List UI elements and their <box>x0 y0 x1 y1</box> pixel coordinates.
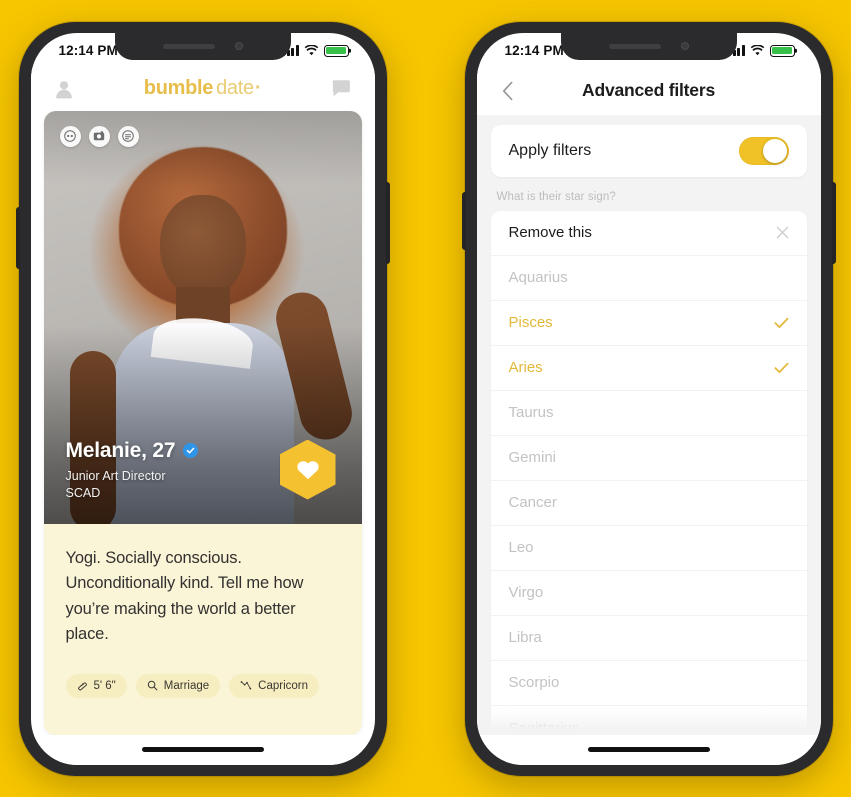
star-sign-row-label: Scorpio <box>508 674 560 691</box>
profile-card-wrapper: Melanie, 27 Junior Art Director SCAD Yog… <box>31 110 375 735</box>
profile-info: Melanie, 27 Junior Art Director SCAD <box>66 439 199 500</box>
front-camera-icon <box>234 42 243 50</box>
star-sign-row[interactable]: Aquarius <box>490 255 807 301</box>
phone-left-discover: 12:14 PM bumble date· Melanie, 27 Junior… <box>15 21 390 776</box>
star-sign-row[interactable]: Scorpio <box>490 660 807 706</box>
tag-star-sign[interactable]: Capricorn <box>229 673 320 698</box>
star-sign-row-label: Virgo <box>508 584 544 601</box>
tag-height[interactable]: 5' 6" <box>65 673 127 698</box>
screen-discover: 12:14 PM bumble date· Melanie, 27 Junior… <box>30 32 375 765</box>
status-time: 12:14 PM <box>58 43 118 58</box>
tag-star-sign-label: Capricorn <box>258 679 309 692</box>
camera-icon[interactable] <box>88 125 110 147</box>
star-sign-row-label: Libra <box>508 629 542 646</box>
tag-height-label: 5' 6" <box>93 679 116 692</box>
star-sign-row[interactable]: Leo <box>490 525 807 571</box>
tag-looking-for[interactable]: Marriage <box>135 673 221 698</box>
star-sign-row[interactable]: Taurus <box>490 390 807 436</box>
search-icon <box>147 680 158 691</box>
brand-date: date <box>216 77 254 99</box>
profile-name-age: Melanie, 27 <box>65 438 176 462</box>
star-sign-row-label: Taurus <box>508 404 554 421</box>
notch <box>114 32 291 60</box>
profile-photo[interactable]: Melanie, 27 Junior Art Director SCAD <box>43 110 362 524</box>
star-sign-row[interactable]: Aries <box>490 345 807 391</box>
wifi-icon <box>304 45 319 56</box>
star-sign-row-label: Remove this <box>508 224 592 241</box>
apply-filters-row[interactable]: Apply filters <box>490 124 807 177</box>
profile-bio-text: Yogi. Socially conscious. Unconditionall… <box>65 548 304 644</box>
star-sign-row[interactable]: Gemini <box>490 435 807 481</box>
checkmark-icon <box>774 362 789 374</box>
screenshot-stage: 12:14 PM bumble date· Melanie, 27 Junior… <box>0 0 851 797</box>
home-indicator-left[interactable] <box>30 734 375 765</box>
profile-bio: Yogi. Socially conscious. Unconditionall… <box>44 524 362 648</box>
chevron-left-icon[interactable] <box>495 78 521 104</box>
ruler-icon <box>77 680 88 691</box>
earpiece-speaker <box>162 43 215 49</box>
earpiece-speaker <box>608 43 661 49</box>
home-indicator-right[interactable] <box>476 734 821 765</box>
wifi-icon <box>750 45 765 56</box>
star-sign-row-label: Aries <box>508 359 543 376</box>
notch <box>560 32 737 60</box>
star-sign-row-label: Gemini <box>508 449 557 466</box>
close-x-icon[interactable] <box>776 226 789 239</box>
app-header: bumble date· <box>30 66 375 111</box>
nav-header: Advanced filters <box>476 66 821 115</box>
section-question: What is their star sign? <box>496 190 616 203</box>
tag-looking-for-label: Marriage <box>163 679 210 692</box>
profile-school: SCAD <box>65 485 101 500</box>
star-sign-row-label: Leo <box>508 539 534 556</box>
brand-bumble: bumble <box>143 77 214 99</box>
phone-right-filters: 12:14 PM Advanced filters Apply filters … <box>461 21 836 776</box>
apply-filters-toggle[interactable] <box>738 136 789 165</box>
person-icon[interactable] <box>51 76 77 102</box>
heart-icon <box>296 459 320 481</box>
battery-full-icon <box>323 44 349 57</box>
star-sign-row-label: Pisces <box>508 314 553 331</box>
filters-body: Apply filters What is their star sign? R… <box>476 114 821 735</box>
verified-check-icon <box>183 443 199 458</box>
star-sign-row-label: Cancer <box>508 494 557 511</box>
profile-job-title: Junior Art Director <box>65 468 166 483</box>
star-sign-row-label: Sagittarius <box>508 719 580 735</box>
apply-filters-label: Apply filters <box>508 141 592 159</box>
star-sign-row-label: Aquarius <box>508 269 568 286</box>
status-indicators <box>282 44 349 57</box>
screen-advanced-filters: 12:14 PM Advanced filters Apply filters … <box>476 32 821 765</box>
brand-dot: · <box>254 77 262 99</box>
star-sign-row[interactable]: Remove this <box>490 210 807 256</box>
star-sign-list: Remove this Aquarius Pisces Aries Taurus Gemi… <box>490 210 807 735</box>
bumble-date-logo: bumble date· <box>143 77 262 100</box>
voice-note-icon[interactable] <box>59 125 81 147</box>
star-sign-row[interactable]: Cancer <box>490 480 807 526</box>
battery-full-icon <box>769 44 795 57</box>
text-prompt-icon[interactable] <box>117 125 139 147</box>
star-sign-row[interactable]: Virgo <box>490 570 807 616</box>
page-title: Advanced filters <box>582 80 715 100</box>
status-time: 12:14 PM <box>504 43 564 58</box>
star-sign-row[interactable]: Libra <box>490 615 807 661</box>
checkmark-icon <box>774 317 789 329</box>
media-type-chips <box>59 125 139 147</box>
star-sign-row[interactable]: Pisces <box>490 300 807 346</box>
chat-bubble-icon[interactable] <box>329 76 355 102</box>
front-camera-icon <box>680 42 689 50</box>
constellation-icon <box>240 680 252 691</box>
star-sign-row[interactable]: Sagittarius <box>490 705 807 735</box>
profile-card[interactable]: Melanie, 27 Junior Art Director SCAD Yog… <box>43 110 362 735</box>
profile-tags: 5' 6" Marriage Capricorn <box>44 648 362 698</box>
status-indicators <box>728 44 795 57</box>
profile-name-line: Melanie, 27 <box>66 439 199 463</box>
